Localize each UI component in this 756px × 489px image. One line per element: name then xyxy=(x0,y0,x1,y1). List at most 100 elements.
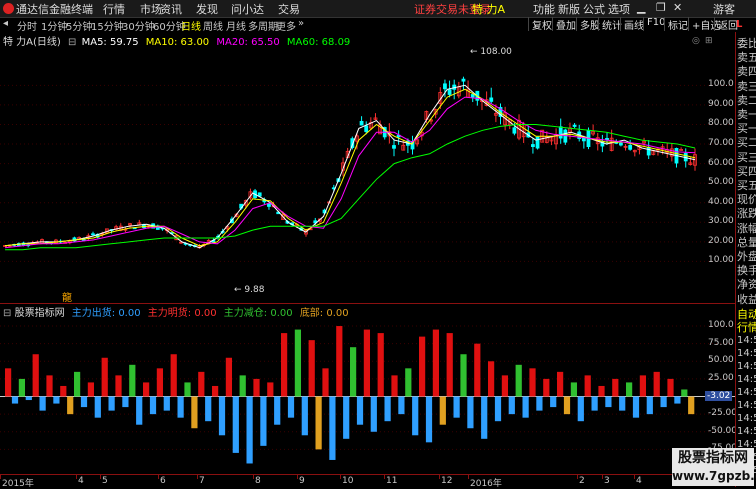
quote-field-label: 卖三 xyxy=(737,79,756,93)
button-overlay[interactable]: 叠加 xyxy=(552,17,579,32)
menu-function[interactable]: 功能 xyxy=(533,1,555,17)
indicator-bar-negative xyxy=(177,396,184,418)
event-marker[interactable]: 龍 xyxy=(62,291,72,302)
date-tick xyxy=(577,475,578,479)
indicator-bar-negative xyxy=(67,396,74,415)
watermark-title: 股票指标网 xyxy=(678,450,748,466)
date-tick xyxy=(76,475,77,479)
candle xyxy=(54,238,58,244)
indicator-bar-positive xyxy=(474,343,481,397)
indicator-bar-negative xyxy=(301,396,308,436)
indicator-bar-positive xyxy=(570,382,578,397)
candle xyxy=(392,138,396,157)
toolbar-collapse-icon[interactable]: ◂ xyxy=(3,18,8,29)
stock-name: 特 力A xyxy=(472,3,506,16)
period-weekly[interactable]: 周线 xyxy=(203,18,223,33)
kline-chart[interactable]: ← 108.00 ← 9.88 龍 xyxy=(0,46,735,302)
indicator-bar-negative xyxy=(688,396,695,415)
window-restore-icon[interactable]: ❐ xyxy=(656,1,666,14)
candle xyxy=(628,139,633,151)
indicator-chart[interactable] xyxy=(0,317,735,472)
date-tick-label: 8 xyxy=(255,476,261,486)
indicator-tick-label: 75.00 xyxy=(708,337,734,348)
indicator-bar-positive xyxy=(170,354,177,397)
date-tick-label: 5 xyxy=(102,476,108,486)
period-more[interactable]: 更多 xyxy=(276,18,296,33)
indicator-bar-negative xyxy=(550,396,557,408)
candle xyxy=(674,147,679,168)
indicator-bar-negative xyxy=(646,396,653,415)
period-daily[interactable]: 日线 xyxy=(181,18,201,33)
indicator-bar-positive xyxy=(60,385,67,397)
menu-news[interactable]: 资讯 xyxy=(160,1,182,17)
menu-trade[interactable]: 交易 xyxy=(278,1,300,17)
menu-market[interactable]: 市场 xyxy=(140,1,162,17)
menu-new-version[interactable]: 新版 xyxy=(558,1,580,17)
date-tick xyxy=(340,475,341,479)
indicator-bar-negative xyxy=(191,396,198,429)
period-1min[interactable]: 1分钟 xyxy=(41,18,67,33)
quote-field-label: 收益 xyxy=(737,292,756,306)
price-tick-label: 70.00 xyxy=(708,138,734,149)
indicator-bar-positive xyxy=(5,368,12,397)
quote-field-label: 卖一 xyxy=(737,108,756,121)
menu-wenxiaoda[interactable]: 问小达 xyxy=(231,1,264,17)
candle xyxy=(535,136,540,150)
low-price-label: ← 9.88 xyxy=(234,285,265,295)
window-minimize-icon[interactable]: ▁ xyxy=(637,1,645,14)
indicator-bar-negative xyxy=(218,396,226,436)
indicator-bar-positive xyxy=(681,389,688,397)
indicator-bar-negative xyxy=(660,396,667,408)
price-tick-label: 50.00 xyxy=(708,177,734,188)
date-tick-label: 4 xyxy=(78,476,84,486)
period-15min[interactable]: 15分钟 xyxy=(91,18,124,33)
period-30min[interactable]: 30分钟 xyxy=(122,18,155,33)
indicator-bar-negative xyxy=(605,396,612,408)
indicator-bar-positive xyxy=(460,354,467,397)
chart-expand-icon[interactable]: ⊞ xyxy=(705,36,713,46)
indicator-bar-negative xyxy=(591,396,598,411)
period-multi[interactable]: 多周期 xyxy=(248,18,278,33)
user-guest[interactable]: 游客 xyxy=(713,1,735,17)
period-monthly[interactable]: 月线 xyxy=(226,18,246,33)
title-bar: 通达信金融终端 行情 市场 资讯 发现 问小达 交易 证券交易未登录 特 力A … xyxy=(0,0,756,18)
date-tick xyxy=(197,475,198,479)
quote-field-label: 买五 xyxy=(737,179,756,192)
quote-field-label: 买二 xyxy=(737,136,756,150)
date-tick xyxy=(100,475,101,479)
indicator-bar-positive xyxy=(391,375,398,397)
indicator-bar-positive xyxy=(143,382,150,397)
candle xyxy=(558,118,563,144)
chart-settings-icon[interactable]: ◎ xyxy=(692,36,700,46)
price-tick-label: 30.00 xyxy=(708,216,734,227)
menu-discover[interactable]: 发现 xyxy=(196,1,218,17)
more-chevron-icon[interactable]: » xyxy=(298,18,304,29)
indicator-bar-positive xyxy=(322,368,329,397)
indicator-bar-positive xyxy=(350,347,357,397)
date-tick-label: 2 xyxy=(579,476,585,486)
indicator-bar-negative xyxy=(522,396,529,418)
indicator-bar-positive xyxy=(529,368,536,397)
menu-quotes[interactable]: 行情 xyxy=(103,1,125,17)
candle xyxy=(489,87,494,104)
window-close-icon[interactable]: ✕ xyxy=(673,1,682,14)
indicator-bar-negative xyxy=(453,396,460,418)
date-tick xyxy=(468,475,469,479)
period-timeshare[interactable]: 分时 xyxy=(17,18,37,33)
candle xyxy=(415,138,420,147)
quote-field-label: 委比 xyxy=(737,37,756,50)
indicator-bar-negative xyxy=(287,396,295,418)
date-tick xyxy=(158,475,159,479)
button-mark[interactable]: 标记 xyxy=(664,17,691,32)
indicator-bar-positive xyxy=(543,378,550,397)
quote-field-label: 现价 xyxy=(737,193,756,207)
indicator-bar-positive xyxy=(653,371,660,397)
menu-options[interactable]: 选项 xyxy=(608,1,630,17)
indicator-bar-negative xyxy=(94,396,101,418)
quote-field-label: 总量 xyxy=(737,235,756,249)
candle xyxy=(572,123,577,129)
menu-formula[interactable]: 公式 xyxy=(583,1,605,17)
period-5min[interactable]: 5分钟 xyxy=(66,18,92,33)
button-adjust[interactable]: 复权 xyxy=(528,17,555,32)
date-tick xyxy=(634,475,635,479)
